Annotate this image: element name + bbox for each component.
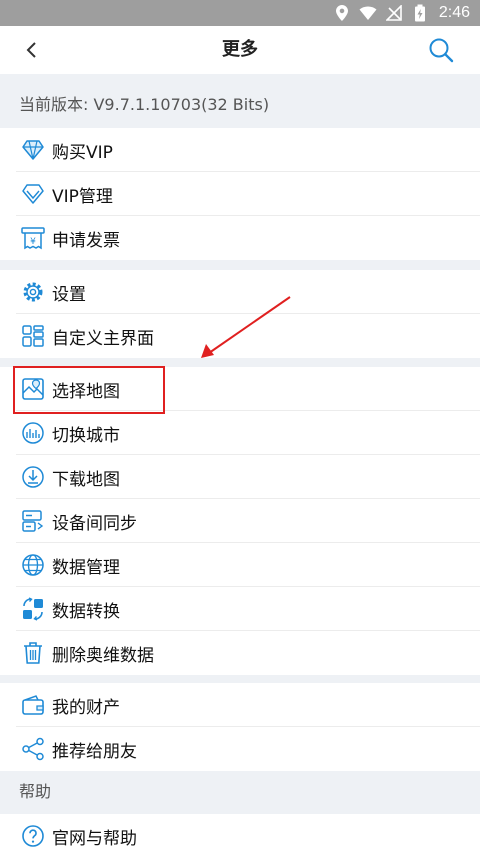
menu-item-label: 删除奥维数据: [52, 645, 154, 666]
menu-item-label: 设置: [52, 284, 86, 305]
menu-item-label: 申请发票: [52, 230, 120, 251]
vip-diamond-outline-icon: [20, 181, 46, 207]
menu-item-label: 自定义主界面: [52, 328, 154, 349]
menu-item-select-map[interactable]: 选择地图: [0, 367, 480, 411]
menu-item-switch-city[interactable]: 切换城市: [0, 411, 480, 455]
menu-item-vip-manage[interactable]: VIP管理: [0, 172, 480, 216]
sync-devices-icon: [20, 508, 46, 534]
section-header-help: 帮助: [19, 782, 52, 801]
chevron-left-icon[interactable]: [20, 38, 44, 62]
wallet-icon: [20, 692, 46, 718]
app-header: 更多: [0, 26, 480, 74]
menu-item-label: 设备间同步: [52, 513, 137, 534]
menu-item-recommend[interactable]: 推荐给朋友: [0, 727, 480, 771]
menu-item-data-manage[interactable]: 数据管理: [0, 543, 480, 587]
menu-item-label: 选择地图: [52, 381, 120, 402]
menu-item-label: 推荐给朋友: [52, 741, 137, 762]
invoice-icon: ¥: [20, 225, 46, 251]
location-icon: [333, 4, 351, 22]
menu-item-download-map[interactable]: 下载地图: [0, 455, 480, 499]
battery-charging-icon: [411, 4, 429, 22]
vip-group: 购买VIP VIP管理 ¥ 申请发票: [0, 128, 480, 260]
menu-item-delete-data[interactable]: 删除奥维数据: [0, 631, 480, 675]
trash-icon: [20, 640, 46, 666]
help-circle-icon: [20, 823, 46, 849]
menu-item-device-sync[interactable]: 设备间同步: [0, 499, 480, 543]
menu-item-label: 数据转换: [52, 601, 120, 622]
map-icon: [20, 376, 46, 402]
clock: 2:46: [438, 4, 470, 21]
share-icon: [20, 736, 46, 762]
gear-icon: [20, 279, 46, 305]
settings-group: 设置 自定义主界面: [0, 270, 480, 358]
menu-item-customize-home[interactable]: 自定义主界面: [0, 314, 480, 358]
help-group: 官网与帮助: [0, 814, 480, 853]
menu-item-data-convert[interactable]: 数据转换: [0, 587, 480, 631]
city-icon: [20, 420, 46, 446]
globe-icon: [20, 552, 46, 578]
menu-item-settings[interactable]: 设置: [0, 270, 480, 314]
diamond-icon: [20, 137, 46, 163]
search-icon[interactable]: [428, 37, 454, 63]
grid-layout-icon: [20, 323, 46, 349]
version-text: 当前版本: V9.7.1.10703(32 Bits): [19, 95, 270, 114]
menu-item-label: 下载地图: [52, 469, 120, 490]
menu-item-label: 我的财产: [52, 697, 120, 718]
download-icon: [20, 464, 46, 490]
menu-item-buy-vip[interactable]: 购买VIP: [0, 128, 480, 172]
no-signal-icon: [385, 4, 403, 22]
svg-text:¥: ¥: [30, 237, 36, 247]
menu-item-label: 切换城市: [52, 425, 120, 446]
menu-item-my-assets[interactable]: 我的财产: [0, 683, 480, 727]
menu-item-label: 官网与帮助: [52, 828, 137, 849]
convert-icon: [20, 596, 46, 622]
menu-item-invoice[interactable]: ¥ 申请发票: [0, 216, 480, 260]
status-bar: 2:46: [0, 0, 480, 26]
assets-group: 我的财产 推荐给朋友: [0, 683, 480, 771]
wifi-icon: [359, 4, 377, 22]
menu-item-label: VIP管理: [52, 186, 113, 207]
menu-item-website-help[interactable]: 官网与帮助: [0, 814, 480, 853]
map-data-group: 选择地图 切换城市 下载地图 设备间同步 数据管理 数据转换 删除奥维数据: [0, 367, 480, 675]
menu-item-label: 数据管理: [52, 557, 120, 578]
page-title: 更多: [222, 39, 258, 60]
menu-item-label: 购买VIP: [52, 142, 113, 163]
